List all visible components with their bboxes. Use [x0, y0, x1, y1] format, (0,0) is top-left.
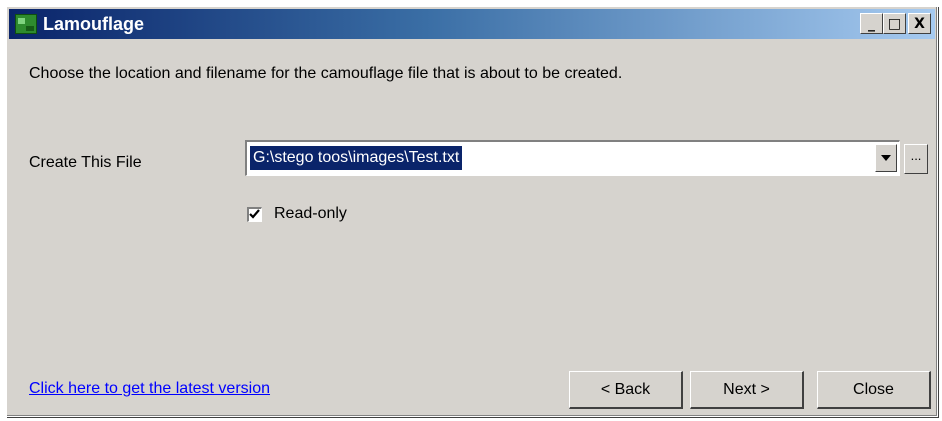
readonly-option[interactable]: Read-only	[247, 205, 347, 223]
maximize-icon: □	[887, 15, 902, 32]
file-path-combobox[interactable]: G:\stego toos\images\Test.txt	[245, 140, 900, 176]
close-button[interactable]: Close	[817, 371, 931, 409]
maximize-button[interactable]: □	[883, 13, 906, 34]
title-bar-controls: _ □ X	[860, 13, 931, 34]
checkmark-icon	[249, 208, 260, 219]
combo-dropdown-button[interactable]	[875, 144, 897, 172]
close-window-button[interactable]: X	[908, 13, 931, 34]
window-title: Lamouflage	[43, 13, 145, 34]
chevron-down-icon	[881, 155, 891, 161]
back-button[interactable]: < Back	[569, 371, 683, 409]
lamouflage-window: Lamouflage _ □ X Choose the location and…	[6, 6, 938, 417]
create-file-label: Create This File	[29, 154, 142, 171]
latest-version-link[interactable]: Click here to get the latest version	[29, 380, 270, 398]
readonly-label: Read-only	[274, 205, 347, 222]
browse-button[interactable]: ...	[904, 144, 928, 174]
next-button[interactable]: Next >	[690, 371, 804, 409]
app-icon	[15, 14, 37, 34]
close-icon: X	[914, 15, 925, 32]
minimize-icon: _	[868, 15, 875, 32]
instructions-text: Choose the location and filename for the…	[29, 65, 623, 82]
title-bar[interactable]: Lamouflage _ □ X	[9, 9, 935, 39]
readonly-checkbox[interactable]	[247, 206, 262, 222]
file-path-input[interactable]: G:\stego toos\images\Test.txt	[250, 146, 463, 170]
minimize-button[interactable]: _	[860, 13, 883, 34]
